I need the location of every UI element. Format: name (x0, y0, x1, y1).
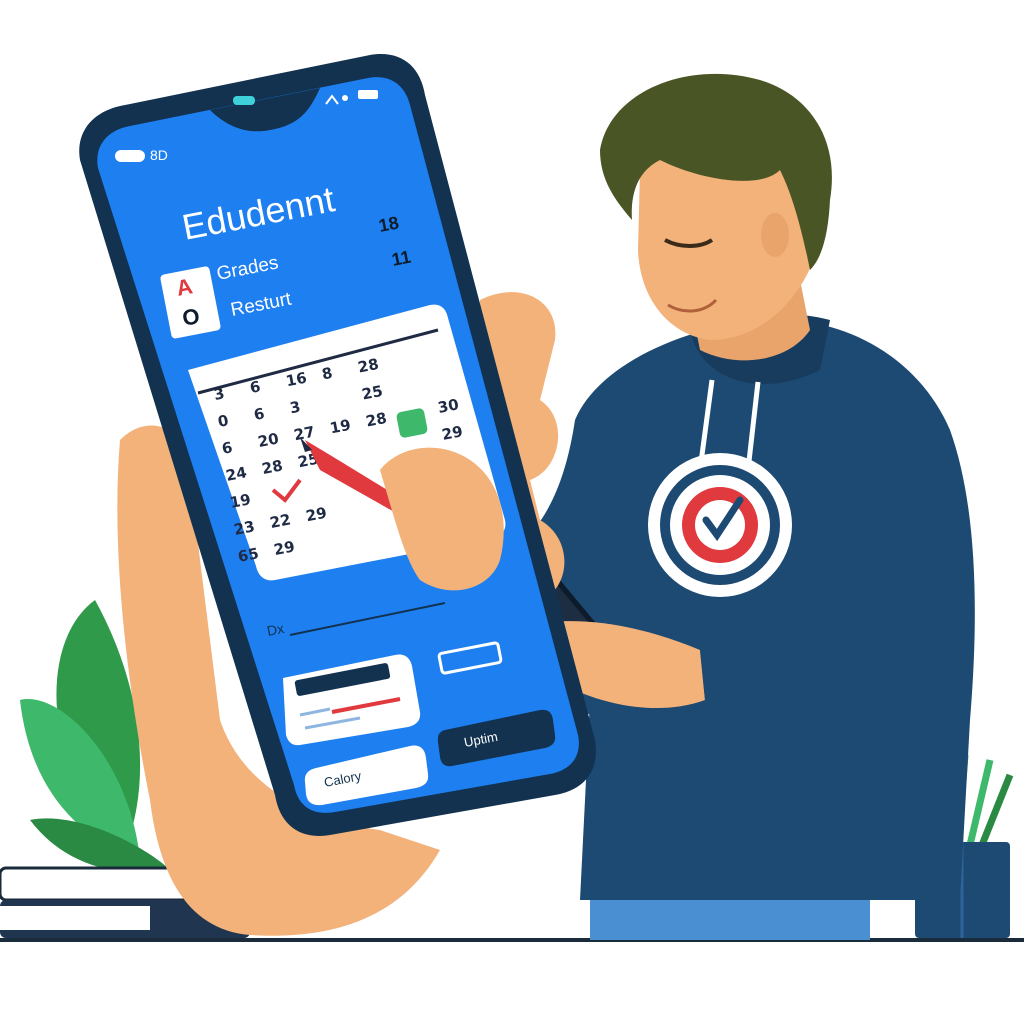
status-text: 8D (150, 147, 168, 163)
status-pill (115, 150, 145, 162)
section-label: Dx (266, 620, 286, 639)
stat-top: 18 (377, 212, 400, 235)
stat-bottom: 11 (390, 247, 412, 270)
battery-icon (358, 90, 378, 99)
illustration-scene: 8D Edudennt 18 11 A O Grades Resturt 361… (0, 54, 1024, 942)
jeans (590, 900, 870, 940)
floor-line (0, 938, 1024, 942)
calendar-selected-day[interactable] (396, 408, 428, 439)
check-target-icon (648, 453, 792, 597)
